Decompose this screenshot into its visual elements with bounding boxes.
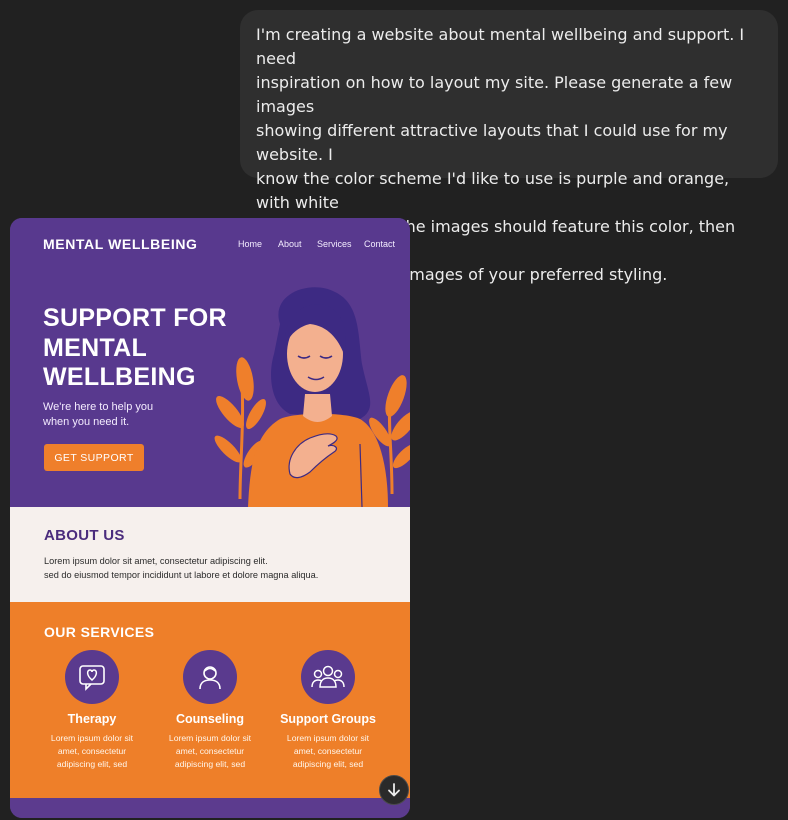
mockup-nav-home: Home — [238, 239, 263, 249]
mockup-hero-subtitle: We're here to help you when you need it. — [43, 400, 193, 429]
service-name: Therapy — [67, 712, 117, 726]
service-name: Counseling — [175, 712, 245, 726]
about-line: Lorem ipsum dolor sit amet, consectetur … — [44, 556, 268, 566]
mockup-footer-strip — [10, 798, 410, 818]
generated-image[interactable]: MENTAL WELLBEING Home About Services Con… — [10, 218, 410, 818]
mockup-about-title: ABOUT US — [44, 527, 125, 544]
neck — [303, 394, 332, 422]
mockup-services-section: OUR SERVICES Therapy Lorem ipsum dolor s… — [10, 602, 410, 798]
mockup-nav-services: Services — [317, 239, 352, 249]
mockup-about-text: Lorem ipsum dolor sit amet, consectetur … — [44, 555, 404, 582]
service-card-therapy: Therapy Lorem ipsum dolor sit amet, cons… — [37, 650, 147, 771]
scroll-down-button[interactable] — [379, 775, 409, 805]
about-line: sed do eiusmod tempor incididunt ut labo… — [44, 569, 319, 580]
service-card-counseling: Counseling Lorem ipsum dolor sit amet, c… — [155, 650, 265, 771]
hero-subtitle-line: when you need it. — [43, 415, 130, 428]
service-name: Support Groups — [280, 712, 376, 726]
service-card-support-groups: Support Groups Lorem ipsum dolor sit ame… — [273, 650, 383, 771]
message-line: know the color scheme I'd like to use is… — [256, 169, 730, 212]
mockup-nav-contact: Contact — [364, 239, 396, 249]
user-message-bubble: I'm creating a website about mental well… — [240, 10, 778, 284]
mockup-nav-about: About — [278, 239, 302, 249]
service-description: Lorem ipsum dolor sit amet, consectetur … — [168, 733, 252, 769]
mockup-brand: MENTAL WELLBEING — [43, 236, 198, 252]
mockup-hero: MENTAL WELLBEING Home About Services Con… — [10, 218, 410, 507]
heart-chat-icon — [65, 650, 119, 704]
message-line: I'm creating a website about mental well… — [256, 25, 745, 68]
mockup-get-support-button: GET SUPPORT — [44, 444, 144, 471]
message-line: inspiration on how to layout my site. Pl… — [256, 73, 733, 116]
arrow-down-icon — [388, 783, 400, 797]
mockup-about-section: ABOUT US Lorem ipsum dolor sit amet, con… — [10, 507, 410, 602]
group-icon — [301, 650, 355, 704]
service-description: Lorem ipsum dolor sit amet, consectetur … — [50, 733, 134, 769]
woman-illustration — [214, 287, 410, 507]
hero-subtitle-line: We're here to help you — [43, 401, 154, 413]
mockup-services-title: OUR SERVICES — [44, 624, 155, 640]
message-line: showing different attractive layouts tha… — [256, 121, 728, 164]
person-icon — [183, 650, 237, 704]
service-description: Lorem ipsum dolor sit amet, consectetur … — [286, 733, 370, 769]
